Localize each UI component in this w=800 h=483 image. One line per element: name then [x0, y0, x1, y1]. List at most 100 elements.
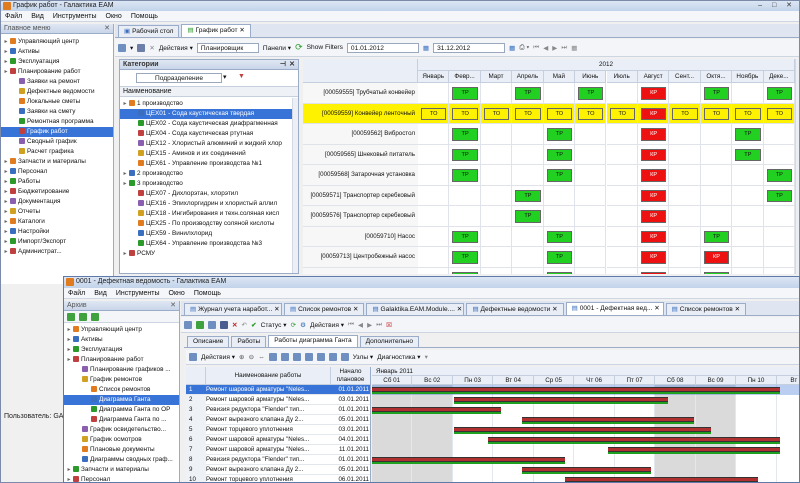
expand-icon[interactable]: ▸: [3, 57, 9, 67]
schedule-cell[interactable]: [732, 226, 764, 247]
schedule-cell[interactable]: [763, 206, 795, 227]
schedule-cell[interactable]: [575, 144, 607, 165]
main-menu-item[interactable]: Сводный график: [1, 137, 113, 147]
table-row[interactable]: 8 Ревизия редуктора "Flender" тип... 01.01…: [186, 455, 370, 465]
schedule-cell[interactable]: [606, 83, 638, 104]
schedule-cell[interactable]: [669, 185, 701, 206]
schedule-cell[interactable]: [575, 267, 607, 274]
menu-view[interactable]: Вид: [94, 288, 107, 298]
schedule-cell[interactable]: [480, 83, 513, 104]
archive-item[interactable]: График осмотров: [64, 435, 179, 445]
expand-icon[interactable]: ▸: [3, 207, 9, 217]
back-icon[interactable]: [67, 312, 75, 321]
window-controls[interactable]: ‒ □ ✕: [758, 1, 796, 11]
nav-last-icon[interactable]: ⏭: [561, 44, 567, 52]
schedule-cell[interactable]: [480, 124, 513, 145]
archive-item[interactable]: ▸ Управляющий центр: [64, 325, 179, 335]
new-document-icon[interactable]: [184, 320, 192, 329]
main-menu-item[interactable]: ▸ Эксплуатация: [1, 57, 113, 67]
link-icon[interactable]: [316, 353, 325, 361]
archive-item[interactable]: График освидетельство...: [64, 425, 179, 435]
category-item[interactable]: ЦЕХ61 - Управление производства №1: [120, 159, 298, 169]
equipment-row-label[interactable]: [00059562] Вибростол: [303, 124, 418, 145]
close-icon[interactable]: ✕: [455, 306, 463, 313]
refresh-icon[interactable]: [91, 312, 99, 321]
expand-icon[interactable]: ▸: [66, 476, 72, 482]
month-header[interactable]: Август: [637, 71, 670, 83]
month-header[interactable]: Сент...: [669, 71, 701, 83]
main-menu-item[interactable]: ▸ Импорт/Экспорт: [1, 237, 113, 247]
schedule-cell[interactable]: [669, 124, 701, 145]
schedule-cell[interactable]: [763, 144, 795, 165]
nav-last-icon[interactable]: ⏭: [376, 321, 382, 329]
archive-item[interactable]: ▸ Персонал: [64, 475, 179, 482]
close-doc-icon[interactable]: ☒: [386, 321, 392, 329]
close-icon[interactable]: ✕: [170, 301, 176, 311]
work-mark[interactable]: КР: [640, 230, 667, 243]
work-mark[interactable]: ТР: [452, 128, 478, 141]
archive-item[interactable]: Диаграмма Ганта по ОР: [64, 405, 179, 415]
schedule-cell[interactable]: [732, 206, 764, 227]
schedule-cell[interactable]: [480, 144, 513, 165]
schedule-cell[interactable]: [480, 165, 513, 186]
schedule-cell[interactable]: [606, 165, 638, 186]
archive-item[interactable]: ▸ Активы: [64, 335, 179, 345]
schedule-cell[interactable]: [481, 267, 513, 274]
schedule-cell[interactable]: [480, 185, 513, 206]
month-header[interactable]: Июль: [606, 71, 638, 83]
equipment-row-label[interactable]: [00059710] Насос: [303, 226, 418, 247]
expand-icon[interactable]: ▸: [3, 187, 9, 197]
work-mark[interactable]: КР: [640, 148, 667, 161]
schedule-cell[interactable]: [669, 247, 701, 268]
close-icon[interactable]: ✕: [351, 306, 359, 313]
work-mark[interactable]: ТО: [452, 107, 478, 120]
menu-help[interactable]: Помощь: [131, 11, 158, 21]
table-row[interactable]: 9 Ремонт вырезного клапана Ду 2... 05.01.2…: [186, 465, 370, 475]
equipment-row-label[interactable]: [00059565] Шнековый питатель: [303, 144, 418, 165]
expand-icon[interactable]: ▸: [3, 247, 9, 257]
table-row[interactable]: 5 Ремонт торцевого уплотнения 03.01.2011: [186, 425, 370, 435]
col-start-header[interactable]: Начало плановое: [331, 367, 370, 385]
dropdown-icon[interactable]: ▾: [223, 73, 227, 81]
schedule-cell[interactable]: [512, 226, 544, 247]
main-menu-item[interactable]: ▸ Планирование работ: [1, 67, 113, 77]
schedule-cell[interactable]: [418, 226, 450, 247]
nav-prev-icon[interactable]: ◀: [358, 321, 363, 329]
grid-icon[interactable]: [280, 353, 289, 361]
expand-icon[interactable]: ▸: [122, 179, 128, 189]
work-mark[interactable]: ТО: [735, 107, 761, 120]
doc-tab[interactable]: ▤ Список ремонтов ✕: [665, 303, 747, 315]
work-mark[interactable]: ТР: [546, 271, 573, 274]
save-icon[interactable]: [137, 43, 146, 52]
show-filters-button[interactable]: Show Filters: [307, 44, 343, 51]
copy-icon[interactable]: [208, 320, 216, 329]
month-header[interactable]: Октя...: [700, 71, 733, 83]
category-item[interactable]: ЦЕХ01 - Сода каустическая твердая: [120, 109, 298, 119]
save-icon[interactable]: [220, 320, 228, 329]
category-item[interactable]: ▸ РСМУ: [120, 249, 298, 259]
doc-tab[interactable]: ▤ Журнал учета наработ... ✕: [184, 303, 282, 315]
work-mark[interactable]: ТР: [452, 251, 478, 264]
schedule-cell[interactable]: [700, 124, 733, 145]
expand-icon[interactable]: ▸: [3, 177, 9, 187]
nav-prev-icon[interactable]: ◀: [543, 44, 548, 52]
schedule-cell[interactable]: [606, 185, 638, 206]
forward-icon[interactable]: [79, 312, 87, 321]
work-mark[interactable]: КР: [640, 128, 667, 141]
view-icon[interactable]: [189, 353, 197, 361]
month-header[interactable]: Февр...: [449, 71, 481, 83]
table-row[interactable]: 6 Ремонт шаровой арматуры "Neles... 04.01.…: [186, 435, 370, 445]
schedule-cell[interactable]: [418, 247, 450, 268]
add-icon[interactable]: [196, 320, 204, 329]
work-mark[interactable]: ТР: [515, 210, 541, 223]
expand-icon[interactable]: ▸: [3, 157, 9, 167]
schedule-cell[interactable]: [606, 226, 638, 247]
category-item[interactable]: ЦЕХ25 - По производству соляной кислоты: [120, 219, 298, 229]
date-from-field[interactable]: 01.01.2012: [346, 42, 419, 53]
month-header[interactable]: Апрель: [512, 71, 544, 83]
schedule-cell[interactable]: [669, 206, 701, 227]
expand-icon[interactable]: ▸: [3, 167, 9, 177]
schedule-cell[interactable]: [669, 165, 701, 186]
calendar-icon[interactable]: ▦: [509, 44, 515, 52]
expand-icon[interactable]: ▸: [3, 197, 9, 207]
